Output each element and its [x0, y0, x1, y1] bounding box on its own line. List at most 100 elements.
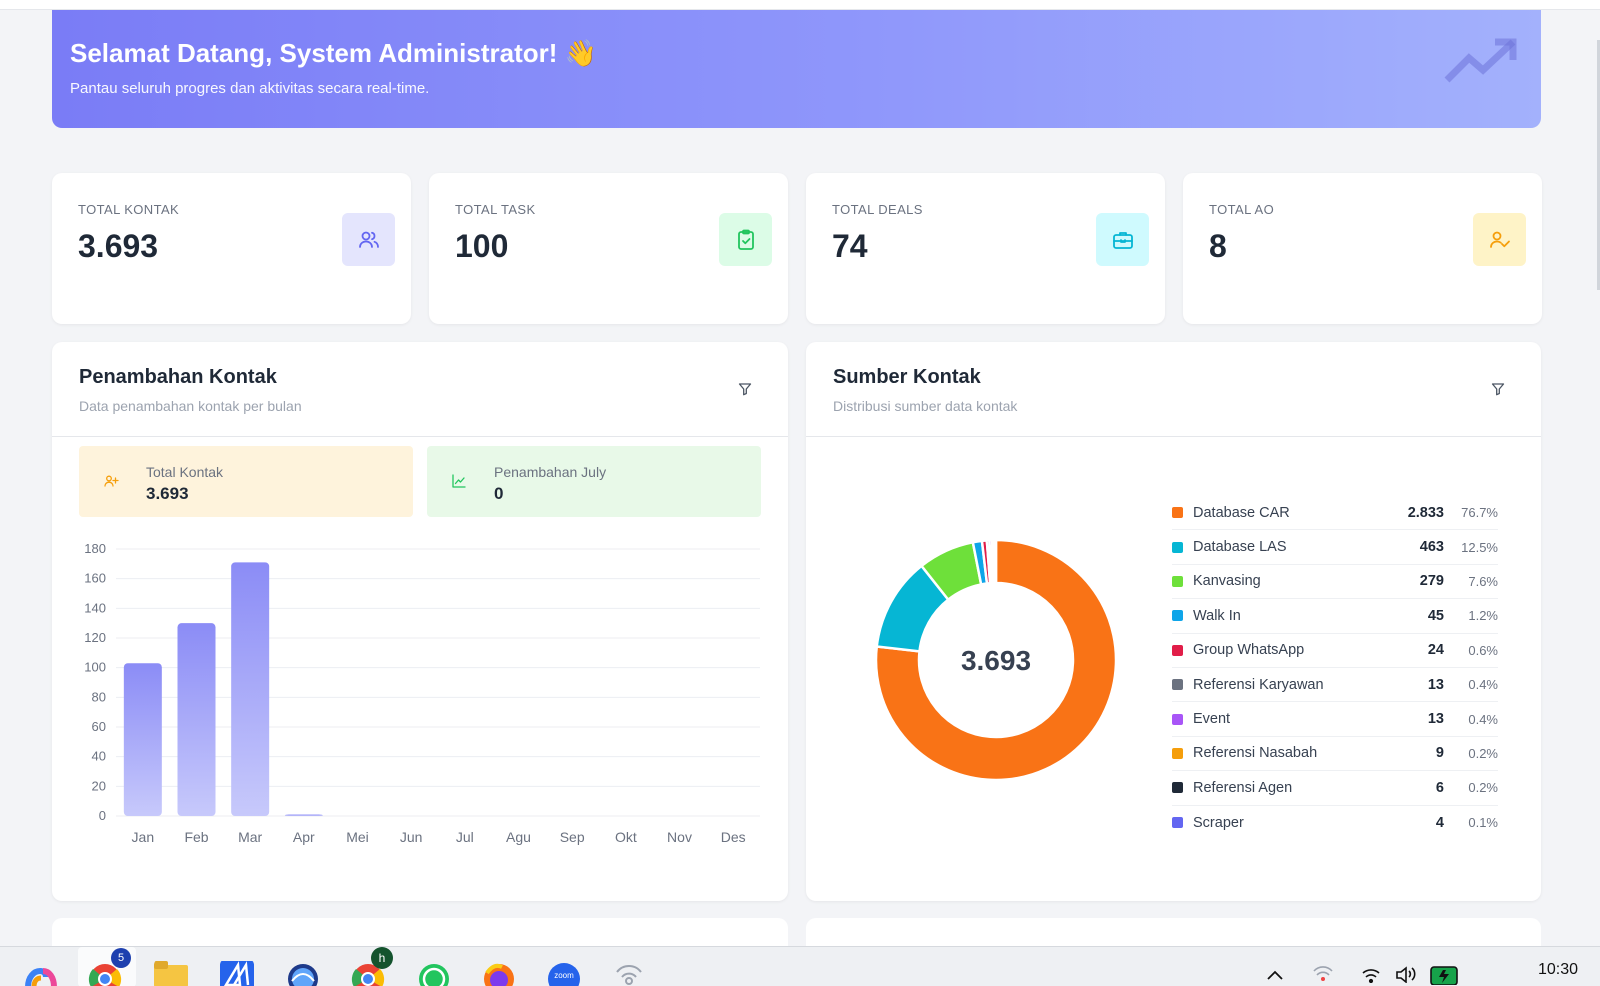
- zoom-label: zoom: [554, 971, 574, 980]
- bar-mar[interactable]: [231, 562, 270, 816]
- legend-swatch: [1172, 644, 1183, 656]
- chrome-profile-badge: 5: [111, 948, 131, 968]
- legend-item[interactable]: Database LAS 463 12.5%: [1172, 530, 1498, 565]
- stat-label: TOTAL AO: [1209, 202, 1275, 217]
- legend-swatch: [1172, 575, 1183, 587]
- legend-label: Referensi Karyawan: [1193, 676, 1324, 693]
- summary-label: Total Kontak: [146, 464, 224, 480]
- stat-card-total-deals[interactable]: TOTAL DEALS 74: [806, 173, 1165, 324]
- contacts-growth-panel: Penambahan Kontak Data penambahan kontak…: [52, 342, 788, 901]
- wifi-icon[interactable]: [1361, 965, 1381, 983]
- filter-icon[interactable]: [738, 382, 752, 396]
- summary-value: 3.693: [146, 484, 189, 503]
- y-tick-label: 0: [99, 808, 106, 823]
- legend-label: Referensi Agen: [1193, 779, 1293, 796]
- legend-item[interactable]: Walk In 45 1.2%: [1172, 599, 1498, 634]
- stat-label: TOTAL KONTAK: [78, 202, 180, 217]
- profile-badge: h: [371, 947, 393, 969]
- file-explorer-icon[interactable]: [154, 959, 188, 986]
- legend-item[interactable]: Group WhatsApp 24 0.6%: [1172, 634, 1498, 668]
- chevron-up-icon[interactable]: [1266, 967, 1284, 981]
- y-tick-label: 140: [84, 600, 106, 615]
- contact-source-donut-chart: 3.693: [874, 538, 1118, 782]
- zoom-icon[interactable]: zoom: [547, 959, 581, 986]
- top-bar: [0, 0, 1600, 10]
- legend-label: Event: [1193, 711, 1231, 728]
- legend-percent: 0.4%: [1468, 677, 1498, 693]
- stat-card-total-ao[interactable]: TOTAL AO 8: [1183, 173, 1542, 324]
- briefcase-icon: [1096, 213, 1149, 266]
- y-tick-label: 40: [92, 749, 106, 764]
- legend-percent: 0.6%: [1468, 642, 1498, 658]
- legend-swatch: [1172, 817, 1183, 829]
- legend-item[interactable]: Database CAR 2.833 76.7%: [1172, 496, 1498, 531]
- summary-value: 0: [494, 484, 504, 503]
- legend-swatch: [1172, 782, 1183, 794]
- stat-value: 100: [455, 228, 509, 264]
- trending-up-icon: [1444, 38, 1517, 83]
- x-tick-label: Jul: [456, 829, 474, 845]
- legend-label: Database LAS: [1193, 539, 1287, 556]
- x-tick-label: Sep: [560, 829, 585, 845]
- legend-item[interactable]: Scraper 4 0.1%: [1172, 806, 1498, 840]
- legend-percent: 0.2%: [1468, 745, 1498, 761]
- y-tick-label: 60: [92, 719, 106, 734]
- stat-card-total-task[interactable]: TOTAL TASK 100: [429, 173, 788, 324]
- donut-slice-scraper[interactable]: [993, 538, 998, 585]
- panel-title: Sumber Kontak: [833, 366, 981, 388]
- browser-icon[interactable]: [286, 959, 320, 986]
- legend-percent: 76.7%: [1461, 505, 1498, 521]
- legend-value: 6: [1435, 779, 1444, 796]
- hotspot-icon[interactable]: [612, 959, 646, 986]
- legend-item[interactable]: Kanvasing 279 7.6%: [1172, 565, 1498, 600]
- legend-item[interactable]: Referensi Karyawan 13 0.4%: [1172, 668, 1498, 703]
- volume-icon[interactable]: [1395, 965, 1417, 983]
- clock: 10:30: [1537, 961, 1578, 978]
- legend-item[interactable]: Referensi Agen 6 0.2%: [1172, 771, 1498, 806]
- bar-feb[interactable]: [177, 623, 216, 816]
- stat-value: 3.693: [78, 228, 159, 264]
- legend-value: 2.833: [1407, 504, 1444, 521]
- next-card: [52, 918, 788, 948]
- legend-item[interactable]: Event 13 0.4%: [1172, 702, 1498, 737]
- legend-percent: 0.1%: [1468, 815, 1498, 831]
- legend-percent: 7.6%: [1468, 573, 1498, 589]
- legend-item[interactable]: Referensi Nasabah 9 0.2%: [1172, 737, 1498, 772]
- whatsapp-icon[interactable]: [417, 959, 451, 986]
- bar-apr[interactable]: [284, 814, 323, 816]
- stat-value: 74: [832, 228, 868, 264]
- y-tick-label: 100: [84, 660, 106, 675]
- legend-value: 9: [1435, 745, 1444, 762]
- x-tick-label: Des: [721, 829, 746, 845]
- app-icon[interactable]: [220, 959, 254, 986]
- legend-label: Kanvasing: [1193, 573, 1261, 590]
- filter-icon[interactable]: [1491, 382, 1505, 396]
- bar-jan[interactable]: [123, 663, 162, 816]
- legend-percent: 12.5%: [1461, 539, 1498, 555]
- legend-value: 13: [1427, 711, 1444, 728]
- legend-swatch: [1172, 507, 1183, 519]
- legend-label: Referensi Nasabah: [1193, 745, 1318, 762]
- panel-subtitle: Distribusi sumber data kontak: [833, 398, 1018, 414]
- user-check-icon: [1473, 213, 1526, 266]
- x-tick-label: Okt: [615, 829, 637, 845]
- legend-value: 24: [1427, 642, 1444, 659]
- firefox-icon[interactable]: [482, 959, 516, 986]
- legend-percent: 1.2%: [1468, 608, 1498, 624]
- legend-value: 45: [1427, 607, 1444, 624]
- donut-legend: Database CAR 2.833 76.7% Database LAS 463 12.…: [1172, 496, 1498, 840]
- copilot-icon[interactable]: [24, 959, 58, 986]
- legend-value: 4: [1435, 814, 1444, 831]
- legend-label: Walk In: [1193, 607, 1241, 624]
- welcome-title: Selamat Datang, System Administrator! 👋: [70, 38, 597, 68]
- stat-card-total-kontak[interactable]: TOTAL KONTAK 3.693: [52, 173, 411, 324]
- panel-header: Penambahan Kontak Data penambahan kontak…: [52, 342, 788, 437]
- clipboard-check-icon: [719, 213, 772, 266]
- welcome-subtitle: Pantau seluruh progres dan aktivitas sec…: [70, 80, 430, 97]
- hotspot-tray-icon[interactable]: [1313, 963, 1333, 983]
- x-tick-label: Jan: [132, 829, 155, 845]
- x-tick-label: Mei: [346, 829, 369, 845]
- battery-icon[interactable]: [1430, 963, 1460, 985]
- y-tick-label: 120: [84, 630, 106, 645]
- summary-label: Penambahan July: [494, 464, 607, 480]
